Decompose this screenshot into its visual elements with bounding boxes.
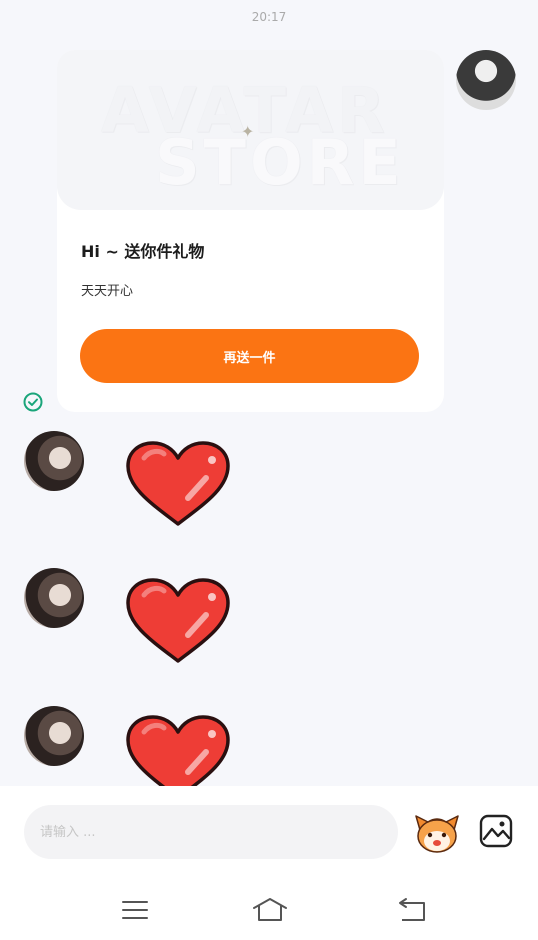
menu-icon[interactable]: [115, 894, 155, 926]
gift-title: Hi ~ 送你件礼物: [81, 242, 205, 261]
send-again-button[interactable]: 再送一件: [80, 329, 419, 383]
message-input[interactable]: [24, 805, 398, 859]
peer-avatar[interactable]: [24, 568, 84, 628]
heart-sticker[interactable]: [124, 577, 232, 667]
peer-avatar[interactable]: [24, 431, 84, 491]
read-check-icon: [23, 392, 43, 412]
image-icon[interactable]: [478, 813, 514, 849]
back-icon[interactable]: [392, 894, 432, 926]
mascot-face-icon[interactable]: [414, 810, 460, 854]
gift-card: AVATAR STORE ✦ Hi ~ 送你件礼物 天天开心 再送一件: [57, 50, 444, 412]
gift-subtitle: 天天开心: [81, 284, 134, 299]
heart-sticker[interactable]: [124, 440, 232, 530]
composer-bar: [0, 786, 538, 940]
avatar-store-banner: AVATAR STORE ✦: [57, 50, 444, 210]
message-timestamp: 20:17: [251, 10, 287, 24]
peer-avatar[interactable]: [24, 706, 84, 766]
banner-text-line2: STORE: [155, 126, 405, 199]
sparkle-icon: ✦: [241, 122, 255, 141]
self-avatar[interactable]: [456, 50, 516, 110]
home-icon[interactable]: [250, 894, 290, 926]
